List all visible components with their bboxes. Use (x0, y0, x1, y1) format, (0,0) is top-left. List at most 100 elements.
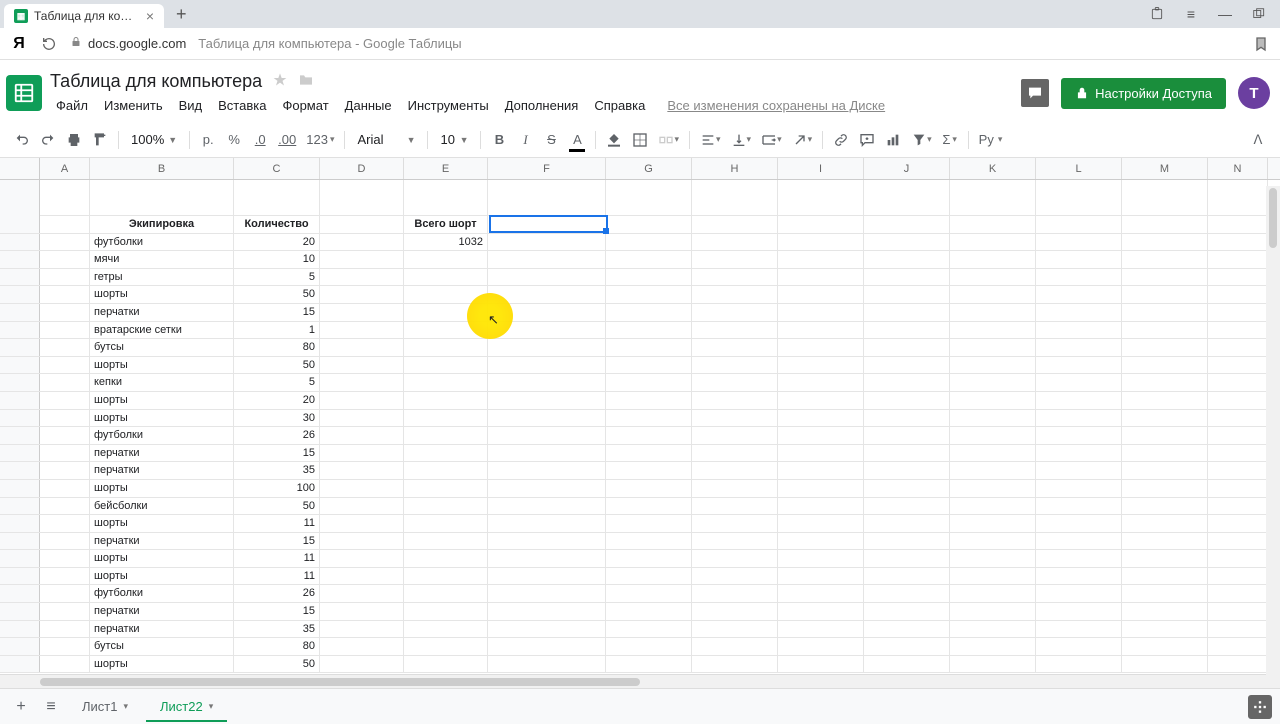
avatar[interactable]: T (1238, 77, 1270, 109)
cell[interactable] (1036, 374, 1122, 391)
cell[interactable] (864, 621, 950, 638)
cell[interactable] (692, 480, 778, 497)
cell[interactable] (320, 621, 404, 638)
cell[interactable]: 15 (234, 304, 320, 321)
cell[interactable] (778, 585, 864, 602)
cell[interactable] (606, 304, 692, 321)
cell[interactable] (1122, 621, 1208, 638)
row-header[interactable] (0, 251, 40, 268)
explore-button[interactable] (1248, 695, 1272, 719)
cell[interactable] (606, 339, 692, 356)
cell[interactable] (692, 656, 778, 673)
cell[interactable] (778, 603, 864, 620)
cell[interactable] (488, 304, 606, 321)
cell[interactable] (692, 568, 778, 585)
cell[interactable] (606, 480, 692, 497)
cell[interactable] (1208, 180, 1268, 216)
cell[interactable] (950, 216, 1036, 233)
cell[interactable] (488, 480, 606, 497)
number-format-select[interactable]: 123▾ (302, 128, 338, 152)
cell[interactable] (404, 462, 488, 479)
col-header[interactable]: C (234, 158, 320, 179)
cell[interactable] (864, 216, 950, 233)
cell[interactable] (950, 269, 1036, 286)
cell[interactable] (606, 445, 692, 462)
cell[interactable] (404, 445, 488, 462)
cell[interactable] (488, 462, 606, 479)
row-header[interactable] (0, 234, 40, 251)
cell[interactable] (488, 498, 606, 515)
cell[interactable] (488, 322, 606, 339)
cell[interactable]: перчатки (90, 462, 234, 479)
cell[interactable] (864, 427, 950, 444)
bookmark-icon[interactable] (1252, 35, 1270, 53)
cell[interactable] (404, 180, 488, 216)
cell[interactable] (1122, 515, 1208, 532)
cell[interactable] (692, 304, 778, 321)
cell[interactable] (1122, 374, 1208, 391)
cell[interactable] (40, 480, 90, 497)
cell[interactable] (1036, 286, 1122, 303)
select-all-corner[interactable] (0, 158, 40, 179)
cell[interactable] (1208, 638, 1268, 655)
cell[interactable] (1122, 445, 1208, 462)
cell[interactable] (864, 392, 950, 409)
cell[interactable] (778, 427, 864, 444)
cell[interactable] (950, 304, 1036, 321)
cell[interactable] (404, 392, 488, 409)
cell[interactable] (320, 550, 404, 567)
cell[interactable] (606, 286, 692, 303)
collapse-toolbar-icon[interactable]: ᐱ (1246, 128, 1270, 152)
cell[interactable] (778, 480, 864, 497)
row-header[interactable] (0, 180, 40, 216)
cell[interactable] (404, 339, 488, 356)
cell[interactable] (1208, 480, 1268, 497)
cell[interactable]: шорты (90, 656, 234, 673)
all-sheets-button[interactable]: ≡ (38, 694, 64, 720)
browser-tab[interactable]: ▦ Таблица для компьюте × (4, 4, 164, 28)
cell[interactable] (1208, 568, 1268, 585)
cell[interactable] (606, 392, 692, 409)
functions-button[interactable]: Σ▾ (938, 128, 962, 152)
row-header[interactable] (0, 480, 40, 497)
cell[interactable] (1208, 392, 1268, 409)
cell[interactable] (692, 621, 778, 638)
cell[interactable] (606, 180, 692, 216)
cell[interactable] (404, 515, 488, 532)
cell[interactable] (950, 498, 1036, 515)
cell[interactable] (778, 304, 864, 321)
share-button[interactable]: Настройки Доступа (1061, 78, 1226, 109)
comments-button[interactable] (1021, 79, 1049, 107)
fill-color-button[interactable] (602, 128, 626, 152)
cell[interactable] (488, 656, 606, 673)
cell[interactable] (40, 462, 90, 479)
cell[interactable] (404, 286, 488, 303)
cell[interactable] (778, 568, 864, 585)
cell[interactable] (692, 427, 778, 444)
italic-button[interactable]: I (513, 128, 537, 152)
sheets-logo[interactable] (6, 75, 42, 111)
cell[interactable]: шорты (90, 357, 234, 374)
cell[interactable] (320, 515, 404, 532)
cell[interactable]: 15 (234, 603, 320, 620)
cell[interactable]: 100 (234, 480, 320, 497)
cell[interactable] (320, 304, 404, 321)
menu-edit[interactable]: Изменить (98, 96, 169, 115)
row-header[interactable] (0, 392, 40, 409)
cell[interactable] (404, 585, 488, 602)
cell[interactable] (950, 286, 1036, 303)
row-header[interactable] (0, 374, 40, 391)
horizontal-scrollbar[interactable] (0, 674, 1280, 688)
cell[interactable] (40, 515, 90, 532)
cell[interactable] (488, 251, 606, 268)
cell[interactable] (950, 568, 1036, 585)
cell[interactable] (1208, 427, 1268, 444)
cell[interactable] (778, 533, 864, 550)
cell[interactable]: 1032 (404, 234, 488, 251)
cell[interactable] (1036, 410, 1122, 427)
cell[interactable]: перчатки (90, 445, 234, 462)
cell[interactable]: 35 (234, 621, 320, 638)
cell[interactable] (40, 585, 90, 602)
cell[interactable] (1036, 638, 1122, 655)
cell[interactable] (778, 322, 864, 339)
